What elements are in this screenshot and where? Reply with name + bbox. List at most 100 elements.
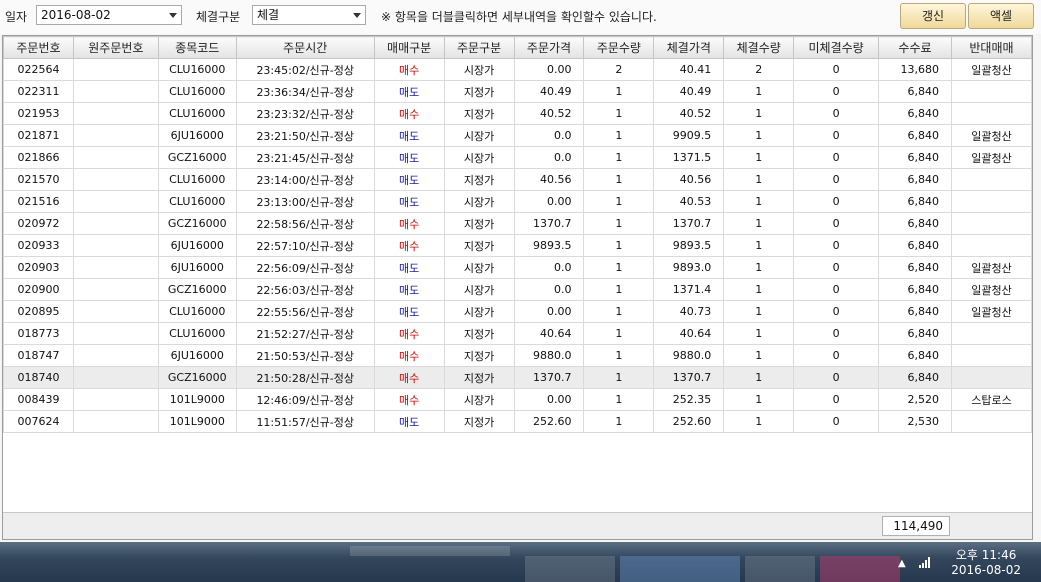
cell-orig-order-no <box>72 124 159 147</box>
column-header-order-time[interactable]: 주문시간 <box>235 36 375 59</box>
column-header-order-qty[interactable]: 주문수량 <box>583 36 655 59</box>
cell-order-type: 지정가 <box>443 344 515 367</box>
cell-order-no: 020900 <box>3 278 74 301</box>
column-header-symbol[interactable]: 종목코드 <box>157 36 237 59</box>
cell-side: 매도 <box>373 410 445 433</box>
cell-reverse-trade <box>950 190 1033 213</box>
chevron-down-icon[interactable] <box>353 13 361 18</box>
cell-orig-order-no <box>72 410 159 433</box>
cell-order-price: 1370.7 <box>513 366 585 389</box>
cell-reverse-trade <box>950 234 1033 257</box>
cell-order-type: 시장가 <box>443 278 515 301</box>
cell-order-type: 지정가 <box>443 410 515 433</box>
cell-unfilled-qty: 0 <box>793 80 880 103</box>
cell-order-qty: 1 <box>583 212 655 235</box>
taskbar-button[interactable] <box>745 556 815 582</box>
table-row[interactable]: 020900 GCZ16000 22:56:03/신규-정상 매도 시장가 0.0 1 137… <box>3 278 1033 301</box>
system-clock[interactable]: 오후 11:46 2016-08-02 <box>951 548 1021 578</box>
taskbar-button[interactable] <box>525 556 615 582</box>
column-header-fill-qty[interactable]: 체결수량 <box>723 36 795 59</box>
cell-fill-price: 1371.5 <box>653 146 725 169</box>
table-row[interactable]: 021516 CLU16000 23:13:00/신규-정상 매도 시장가 0.00 1 40… <box>3 190 1033 213</box>
cell-reverse-trade <box>950 344 1033 367</box>
cell-orig-order-no <box>72 190 159 213</box>
cell-order-qty: 1 <box>583 80 655 103</box>
cell-side: 매수 <box>373 366 445 389</box>
cell-fee: 6,840 <box>878 190 952 213</box>
table-row[interactable]: 022564 CLU16000 23:45:02/신규-정상 매수 시장가 0.00 2 40… <box>3 58 1033 81</box>
cell-fee: 6,840 <box>878 278 952 301</box>
cell-order-price: 252.60 <box>513 410 585 433</box>
column-header-fill-price[interactable]: 체결가격 <box>653 36 725 59</box>
type-select[interactable]: 체결 <box>252 5 366 25</box>
cell-order-type: 시장가 <box>443 388 515 411</box>
table-row[interactable]: 020903 6JU16000 22:56:09/신규-정상 매도 시장가 0.0 1 989… <box>3 256 1033 279</box>
cell-order-no: 021953 <box>3 102 74 125</box>
cell-reverse-trade <box>950 212 1033 235</box>
cell-reverse-trade <box>950 410 1033 433</box>
date-picker[interactable]: 2016-08-02 <box>36 5 182 25</box>
cell-order-time: 23:21:50/신규-정상 <box>235 124 375 147</box>
column-header-fee[interactable]: 수수료 <box>878 36 952 59</box>
cell-fee: 6,840 <box>878 300 952 323</box>
cell-fill-price: 9880.0 <box>653 344 725 367</box>
cell-symbol: CLU16000 <box>157 322 237 345</box>
table-row[interactable]: 018773 CLU16000 21:52:27/신규-정상 매수 지정가 40.64 1 4… <box>3 322 1033 345</box>
cell-unfilled-qty: 0 <box>793 322 880 345</box>
table-row[interactable]: 021866 GCZ16000 23:21:45/신규-정상 매도 시장가 0.0 1 137… <box>3 146 1033 169</box>
show-hidden-icons-icon[interactable]: ▲ <box>898 558 912 570</box>
table-row[interactable]: 022311 CLU16000 23:36:34/신규-정상 매도 지정가 40.49 1 4… <box>3 80 1033 103</box>
cell-fill-qty: 1 <box>723 102 795 125</box>
type-label: 체결구분 <box>196 10 241 24</box>
cell-unfilled-qty: 0 <box>793 124 880 147</box>
network-signal-icon[interactable] <box>918 556 932 568</box>
column-header-unfilled-qty[interactable]: 미체결수량 <box>793 36 880 59</box>
cell-order-type: 시장가 <box>443 190 515 213</box>
table-row[interactable]: 018747 6JU16000 21:50:53/신규-정상 매수 지정가 9880.0 1… <box>3 344 1033 367</box>
table-row[interactable]: 021871 6JU16000 23:21:50/신규-정상 매도 시장가 0.0 1 990… <box>3 124 1033 147</box>
taskbar-button[interactable] <box>620 556 740 582</box>
cell-side: 매도 <box>373 256 445 279</box>
table-row[interactable]: 007624 101L9000 11:51:57/신규-정상 매도 지정가 252.60 1… <box>3 410 1033 433</box>
cell-order-price: 0.0 <box>513 146 585 169</box>
cell-fill-qty: 1 <box>723 344 795 367</box>
cell-order-price: 0.00 <box>513 58 585 81</box>
cell-side: 매수 <box>373 102 445 125</box>
table-row[interactable]: 021570 CLU16000 23:14:00/신규-정상 매도 지정가 40.56 1 4… <box>3 168 1033 191</box>
orders-grid[interactable]: 주문번호 원주문번호 종목코드 주문시간 매매구분 주문구분 주문가격 주문수량 체결가격 체결수… <box>2 35 1033 540</box>
cell-symbol: 6JU16000 <box>157 234 237 257</box>
taskbar-button[interactable] <box>820 556 900 582</box>
excel-button[interactable]: 액셀 <box>968 3 1034 29</box>
chevron-down-icon[interactable] <box>169 13 177 18</box>
cell-fill-price: 40.41 <box>653 58 725 81</box>
cell-side: 매도 <box>373 80 445 103</box>
table-row[interactable]: 020972 GCZ16000 22:58:56/신규-정상 매수 지정가 1370.7 1… <box>3 212 1033 235</box>
cell-orig-order-no <box>72 146 159 169</box>
table-row[interactable]: 021953 CLU16000 23:23:32/신규-정상 매수 지정가 40.52 1 4… <box>3 102 1033 125</box>
cell-unfilled-qty: 0 <box>793 278 880 301</box>
cell-unfilled-qty: 0 <box>793 146 880 169</box>
table-row[interactable]: 008439 101L9000 12:46:09/신규-정상 매수 시장가 0.00 1 25… <box>3 388 1033 411</box>
cell-order-qty: 1 <box>583 366 655 389</box>
cell-order-qty: 1 <box>583 388 655 411</box>
column-header-order-type[interactable]: 주문구분 <box>443 36 515 59</box>
cell-order-type: 시장가 <box>443 58 515 81</box>
cell-order-time: 22:57:10/신규-정상 <box>235 234 375 257</box>
cell-symbol: GCZ16000 <box>157 278 237 301</box>
table-row[interactable]: 018740 GCZ16000 21:50:28/신규-정상 매수 지정가 1370.7 1… <box>3 366 1033 389</box>
column-header-orig-order-no[interactable]: 원주문번호 <box>72 36 159 59</box>
column-header-side[interactable]: 매매구분 <box>373 36 445 59</box>
table-row[interactable]: 020895 CLU16000 22:55:56/신규-정상 매도 시장가 0.00 1 40… <box>3 300 1033 323</box>
column-header-order-price[interactable]: 주문가격 <box>513 36 585 59</box>
cell-order-no: 018773 <box>3 322 74 345</box>
taskbar-button[interactable] <box>350 546 510 556</box>
cell-order-time: 12:46:09/신규-정상 <box>235 388 375 411</box>
refresh-button[interactable]: 갱신 <box>900 3 966 29</box>
cell-fill-qty: 2 <box>723 58 795 81</box>
clock-date: 2016-08-02 <box>951 563 1021 577</box>
table-row[interactable]: 020933 6JU16000 22:57:10/신규-정상 매수 지정가 9893.5 1… <box>3 234 1033 257</box>
cell-orig-order-no <box>72 212 159 235</box>
cell-order-price: 0.0 <box>513 124 585 147</box>
column-header-order-no[interactable]: 주문번호 <box>3 36 74 59</box>
column-header-reverse-trade[interactable]: 반대매매 <box>950 36 1033 59</box>
